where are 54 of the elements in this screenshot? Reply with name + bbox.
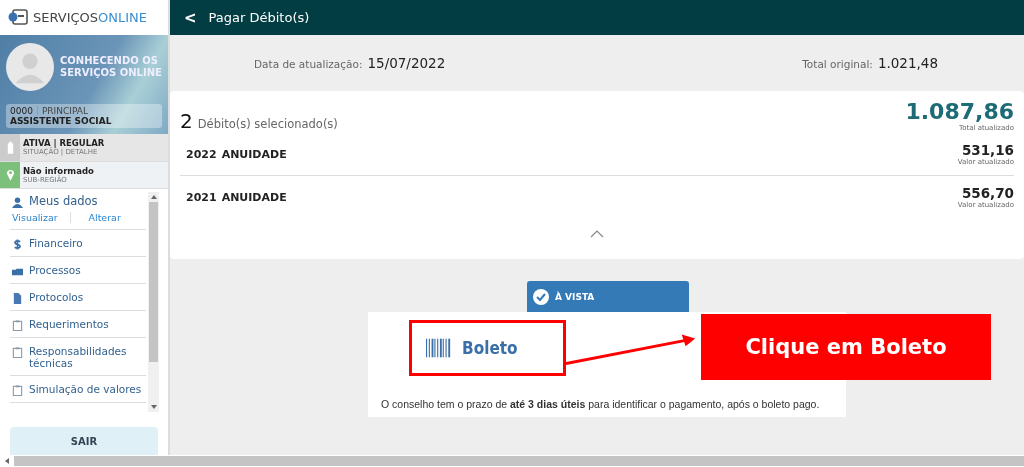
- scroll-left-icon[interactable]: [5, 458, 9, 464]
- date-label: Data de atualização:: [254, 58, 363, 70]
- menu-item[interactable]: Meus dados: [10, 192, 146, 212]
- logo-icon: [8, 8, 28, 27]
- boleto-option[interactable]: Boleto: [409, 320, 566, 376]
- menu-item[interactable]: Processos: [10, 256, 146, 283]
- horizontal-scrollbar[interactable]: [0, 455, 1024, 467]
- debt-count-label: Débito(s) selecionado(s): [197, 117, 338, 131]
- updated-total: 1.087,86: [905, 99, 1014, 124]
- location-pin-icon: [5, 168, 15, 182]
- update-date: 15/07/2022: [367, 55, 446, 71]
- clipboard-icon: [12, 319, 23, 331]
- debt-year: 2021: [186, 190, 217, 204]
- menu-link[interactable]: Alterar: [70, 211, 146, 223]
- logout-button[interactable]: SAIR: [10, 427, 158, 455]
- menu-item[interactable]: Financeiro: [10, 229, 146, 256]
- original-total: 1.021,48: [877, 55, 938, 71]
- menu-link[interactable]: Visualizar: [10, 211, 71, 223]
- page-title: Pagar Débito(s): [208, 10, 310, 25]
- tag-icon: [5, 140, 15, 154]
- scrollbar[interactable]: [148, 192, 159, 413]
- status-value: ATIVA | REGULAR: [23, 138, 105, 149]
- collapse-chevron-icon[interactable]: [590, 230, 604, 238]
- scroll-up-icon[interactable]: [150, 195, 157, 200]
- debt-type: ANUIDADE: [221, 190, 287, 204]
- menu-item[interactable]: Responsabilidades técnicas: [10, 337, 146, 375]
- clipboard-icon: [12, 384, 23, 396]
- menu-item[interactable]: Requerimentos: [10, 310, 146, 337]
- member-code: 0000: [10, 105, 33, 116]
- check-icon: [533, 288, 549, 305]
- person-icon: [12, 197, 23, 209]
- debt-value: 531,16: [961, 142, 1014, 158]
- barcode-icon: [426, 338, 452, 358]
- annotation-callout: Clique em Boleto: [701, 314, 991, 380]
- debt-type: ANUIDADE: [221, 147, 287, 161]
- member-role: PRINCIPAL: [41, 105, 88, 116]
- profile-title: CONHECENDO OS SERVIÇOS ONLINE: [60, 55, 162, 79]
- payment-note: O conselho tem o prazo de até 3 dias úteis para identificar o pagamento, após o boleto pago.: [381, 398, 821, 410]
- menu-item[interactable]: Simulação de valores: [10, 375, 146, 402]
- profession: ASSISTENTE SOCIAL: [10, 115, 113, 126]
- avatar-icon: [6, 42, 54, 91]
- debt-value: 556,70: [961, 185, 1014, 201]
- dollar-icon: [12, 238, 23, 250]
- original-total-label: Total original:: [802, 58, 873, 70]
- document-icon: [12, 292, 23, 304]
- brand-name: SERVIÇOSONLINE: [33, 9, 148, 25]
- menu-item[interactable]: Protocolos: [10, 283, 146, 310]
- clipboard-icon: [12, 346, 23, 358]
- debt-year: 2022: [186, 147, 217, 161]
- status-value: Não informado: [23, 166, 94, 176]
- payment-tab[interactable]: À VISTA: [527, 281, 689, 312]
- scroll-down-icon[interactable]: [150, 405, 157, 410]
- debt-count: 2: [180, 109, 193, 133]
- back-button[interactable]: <: [180, 8, 201, 27]
